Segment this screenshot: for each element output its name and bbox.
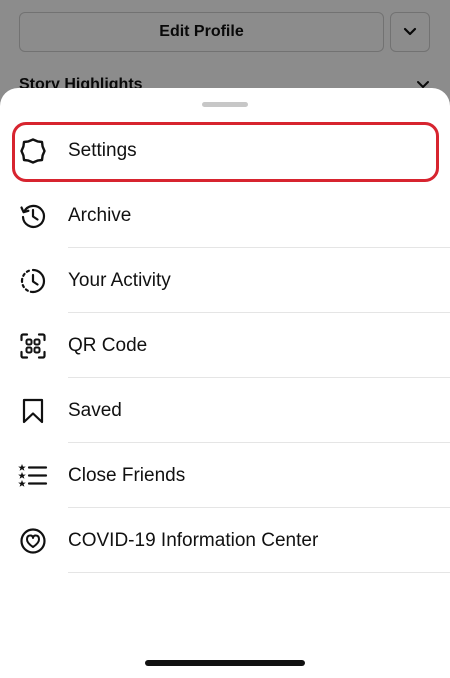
menu-item-qr-code[interactable]: QR Code	[0, 313, 450, 378]
menu-item-label: QR Code	[68, 334, 148, 356]
menu-item-close-friends[interactable]: Close Friends	[0, 443, 450, 508]
menu-item-archive[interactable]: Archive	[0, 183, 450, 248]
menu-item-saved[interactable]: Saved	[0, 378, 450, 443]
gear-icon	[18, 136, 48, 166]
menu-item-label: Your Activity	[68, 269, 171, 291]
menu-item-label: Saved	[68, 399, 122, 421]
archive-clock-icon	[18, 201, 48, 231]
covid-info-icon	[18, 526, 48, 556]
menu-item-settings[interactable]: Settings	[0, 118, 450, 183]
activity-clock-icon	[18, 266, 48, 296]
qr-code-icon	[18, 331, 48, 361]
profile-menu-sheet: Settings Archive Your Activity QR Code S…	[0, 88, 450, 678]
menu-item-your-activity[interactable]: Your Activity	[0, 248, 450, 313]
menu-item-label: Close Friends	[68, 464, 186, 486]
menu-item-label: Settings	[68, 139, 137, 161]
menu-divider	[68, 572, 450, 573]
bookmark-icon	[18, 396, 48, 426]
menu-item-covid-info-center[interactable]: COVID-19 Information Center	[0, 508, 450, 573]
home-indicator[interactable]	[145, 660, 305, 666]
profile-menu-list: Settings Archive Your Activity QR Code S…	[0, 118, 450, 573]
sheet-grabber-handle[interactable]	[202, 102, 248, 107]
close-friends-list-icon	[18, 461, 48, 491]
menu-item-label: Archive	[68, 204, 132, 226]
menu-item-label: COVID-19 Information Center	[68, 529, 319, 551]
